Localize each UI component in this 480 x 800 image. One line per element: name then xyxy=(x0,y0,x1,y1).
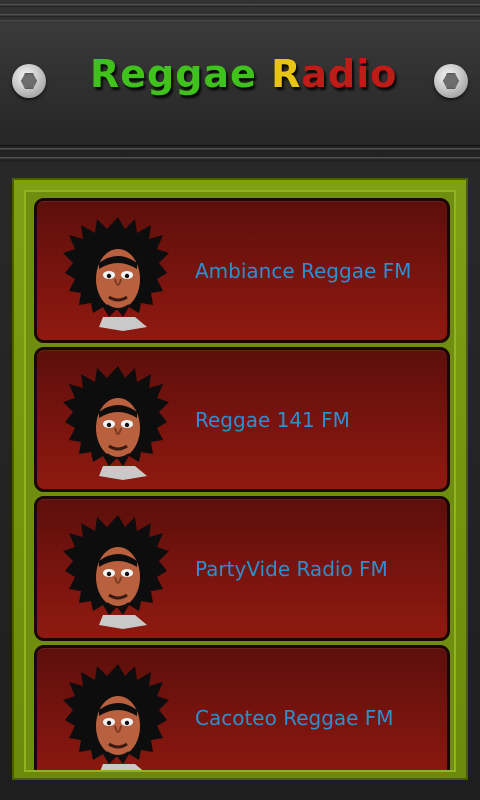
station-row[interactable]: Reggae 141 FM xyxy=(34,347,450,492)
header-band xyxy=(0,4,480,7)
screw-icon xyxy=(434,64,468,98)
header-band xyxy=(0,148,480,151)
rasta-avatar-icon xyxy=(63,664,169,770)
station-name: Ambiance Reggae FM xyxy=(195,259,412,283)
header-band xyxy=(0,157,480,160)
rasta-avatar-icon xyxy=(63,366,169,480)
station-row[interactable]: PartyVide Radio FM xyxy=(34,496,450,641)
header-band xyxy=(0,14,480,17)
station-name: PartyVide Radio FM xyxy=(195,557,388,581)
app-title: Reggae Radio xyxy=(90,52,396,96)
app-title-part1: Reggae xyxy=(90,52,257,96)
station-list-frame: Ambiance Reggae FM Reggae 141 FM PartyVi… xyxy=(12,178,468,780)
station-name: Reggae 141 FM xyxy=(195,408,350,432)
screw-icon xyxy=(12,64,46,98)
station-row[interactable]: Cacoteo Reggae FM xyxy=(34,645,450,770)
app-root: Reggae Radio Ambiance Reggae FM Reggae 1… xyxy=(0,0,480,800)
station-name: Cacoteo Reggae FM xyxy=(195,706,394,730)
app-title-part2a: R xyxy=(271,52,302,96)
rasta-avatar-icon xyxy=(63,217,169,331)
station-row[interactable]: Ambiance Reggae FM xyxy=(34,198,450,343)
app-title-part2b: adio xyxy=(301,52,398,96)
header: Reggae Radio xyxy=(0,0,480,162)
rasta-avatar-icon xyxy=(63,515,169,629)
station-list[interactable]: Ambiance Reggae FM Reggae 141 FM PartyVi… xyxy=(24,190,456,772)
